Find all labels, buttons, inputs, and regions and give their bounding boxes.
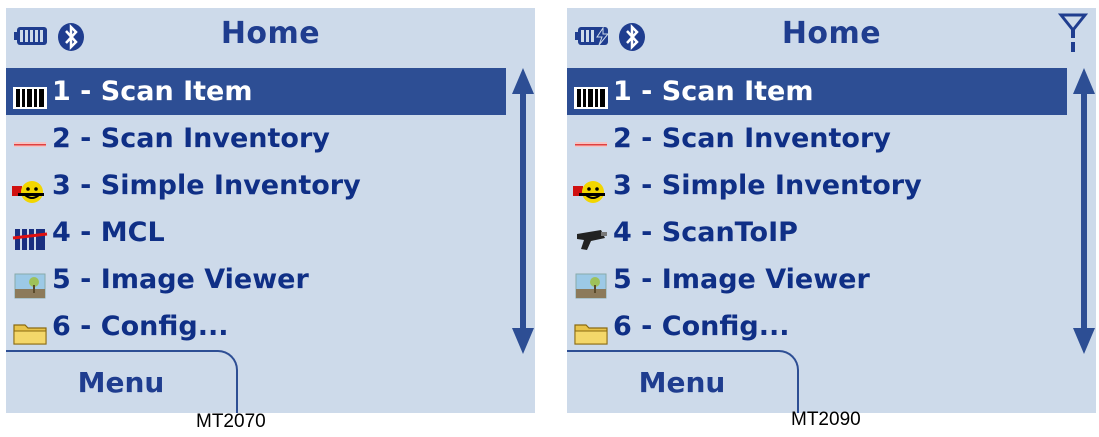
smiley-icon	[573, 173, 609, 203]
menu-item[interactable]: 2 - Scan Inventory	[567, 115, 1067, 162]
antenna-icon	[1058, 13, 1088, 52]
menu-item[interactable]: 6 - Config...	[6, 303, 506, 350]
menu-item[interactable]: 4 - MCL	[6, 209, 506, 256]
folder-icon	[12, 314, 48, 345]
menu-item[interactable]: 1 - Scan Item	[6, 68, 506, 115]
menu-item[interactable]: 3 - Simple Inventory	[6, 162, 506, 209]
status-bar: Home	[567, 8, 1096, 64]
menu-item[interactable]: 1 - Scan Item	[567, 68, 1067, 115]
menu-item-label: 5 - Image Viewer	[52, 264, 309, 295]
scan-line-icon	[573, 126, 609, 152]
menu-item-label: 4 - MCL	[52, 217, 165, 248]
menu-item-label: 4 - ScanToIP	[613, 217, 798, 248]
page-title: Home	[220, 16, 321, 51]
menu-item-label: 6 - Config...	[52, 311, 229, 342]
scrollbar[interactable]	[511, 68, 535, 354]
menu-item[interactable]: 3 - Simple Inventory	[567, 162, 1067, 209]
menu-item[interactable]: 4 - ScanToIP	[567, 209, 1067, 256]
menu-softkey[interactable]: Menu	[6, 350, 238, 413]
home-menu: 1 - Scan Item 2 - Scan Inventory 3 - Sim…	[6, 68, 506, 350]
scanner-gun-icon	[573, 220, 609, 250]
menu-item-label: 1 - Scan Item	[613, 76, 814, 107]
scrollbar[interactable]	[1072, 68, 1096, 354]
mt2070-screen: Home 1 - Scan Item 2 - Scan Inventory 3 …	[6, 8, 535, 413]
page-title: Home	[781, 16, 882, 51]
scan-line-icon	[12, 126, 48, 152]
menu-item-label: 5 - Image Viewer	[613, 264, 870, 295]
device-caption: MT2090	[791, 409, 861, 430]
home-menu: 1 - Scan Item 2 - Scan Inventory 3 - Sim…	[567, 68, 1067, 350]
barcode-icon	[573, 79, 609, 109]
menu-item-label: 2 - Scan Inventory	[613, 123, 891, 154]
mt2090-screen: Home 1 - Scan Item 2 - Scan Inventory 3 …	[567, 8, 1096, 413]
smiley-icon	[12, 173, 48, 203]
status-bar: Home	[6, 8, 535, 64]
folder-icon	[573, 314, 609, 345]
menu-item-label: 1 - Scan Item	[52, 76, 253, 107]
device-caption: MT2070	[196, 411, 266, 432]
menu-item-label: 2 - Scan Inventory	[52, 123, 330, 154]
menu-softkey[interactable]: Menu	[567, 350, 799, 413]
menu-item-label: 3 - Simple Inventory	[52, 170, 361, 201]
barcode-icon	[12, 79, 48, 109]
menu-item-label: 3 - Simple Inventory	[613, 170, 922, 201]
menu-item[interactable]: 5 - Image Viewer	[6, 256, 506, 303]
menu-item-label: 6 - Config...	[613, 311, 790, 342]
mcl-icon	[12, 220, 48, 250]
menu-item[interactable]: 6 - Config...	[567, 303, 1067, 350]
menu-item[interactable]: 2 - Scan Inventory	[6, 115, 506, 162]
image-icon	[573, 267, 609, 298]
image-icon	[12, 267, 48, 298]
menu-item[interactable]: 5 - Image Viewer	[567, 256, 1067, 303]
